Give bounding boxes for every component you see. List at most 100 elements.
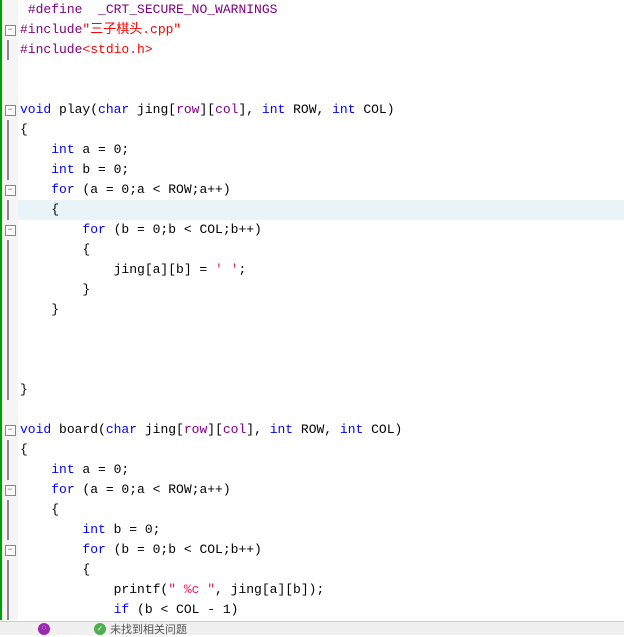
code-line[interactable]: if (b < COL - 1)	[0, 600, 624, 620]
code-line[interactable]: printf(" %c ", jing[a][b]);	[0, 580, 624, 600]
code-line[interactable]: − for (a = 0;a < ROW;a++)	[0, 180, 624, 200]
gutter	[0, 440, 18, 460]
code-line[interactable]	[0, 400, 624, 420]
code-content[interactable]	[18, 400, 624, 420]
code-content[interactable]: for (b = 0;b < COL;b++)	[18, 540, 624, 560]
code-content[interactable]	[18, 360, 624, 380]
code-line[interactable]: −void play(char jing[row][col], int ROW,…	[0, 100, 624, 120]
code-content[interactable]: if (b < COL - 1)	[18, 600, 624, 620]
code-content[interactable]: for (a = 0;a < ROW;a++)	[18, 180, 624, 200]
fold-minus-icon[interactable]: −	[5, 545, 16, 556]
fold-line-icon	[7, 440, 9, 460]
fold-line-icon	[7, 320, 9, 340]
code-line[interactable]: #define _CRT_SECURE_NO_WARNINGS	[0, 0, 624, 20]
status-icon-ok: ✓	[94, 623, 106, 635]
fold-minus-icon[interactable]: −	[5, 425, 16, 436]
gutter	[0, 240, 18, 260]
code-content[interactable]: void play(char jing[row][col], int ROW, …	[18, 100, 624, 120]
code-content[interactable]: {	[18, 120, 624, 140]
gutter	[0, 380, 18, 400]
code-content[interactable]: }	[18, 300, 624, 320]
code-content[interactable]: int a = 0;	[18, 140, 624, 160]
gutter: −	[0, 180, 18, 200]
code-content[interactable]: for (a = 0;a < ROW;a++)	[18, 480, 624, 500]
gutter	[0, 520, 18, 540]
code-line[interactable]: {	[0, 440, 624, 460]
code-content[interactable]	[18, 340, 624, 360]
gutter: −	[0, 480, 18, 500]
fold-minus-icon[interactable]: −	[5, 225, 16, 236]
code-line[interactable]: int a = 0;	[0, 460, 624, 480]
fold-minus-icon[interactable]: −	[5, 105, 16, 116]
fold-minus-icon[interactable]: −	[5, 185, 16, 196]
gutter	[0, 120, 18, 140]
code-content[interactable]: int b = 0;	[18, 520, 624, 540]
code-content[interactable]: jing[a][b] = ' ';	[18, 260, 624, 280]
code-content[interactable]: for (b = 0;b < COL;b++)	[18, 220, 624, 240]
code-content[interactable]: void board(char jing[row][col], int ROW,…	[18, 420, 624, 440]
code-line[interactable]: jing[a][b] = ' ';	[0, 260, 624, 280]
code-line[interactable]: {	[0, 560, 624, 580]
gutter	[0, 200, 18, 220]
gutter	[0, 360, 18, 380]
fold-line-icon	[7, 300, 9, 320]
code-line[interactable]: {	[0, 500, 624, 520]
gutter: −	[0, 420, 18, 440]
code-content[interactable]: int a = 0;	[18, 460, 624, 480]
code-line[interactable]: −#include"三子棋头.cpp"	[0, 20, 624, 40]
code-content[interactable]	[18, 60, 624, 80]
code-line[interactable]	[0, 60, 624, 80]
code-content[interactable]	[18, 320, 624, 340]
fold-minus-icon[interactable]: −	[5, 485, 16, 496]
gutter: −	[0, 220, 18, 240]
gutter	[0, 580, 18, 600]
gutter	[0, 400, 18, 420]
fold-line-icon	[7, 240, 9, 260]
fold-line-icon	[7, 500, 9, 520]
gutter	[0, 260, 18, 280]
code-content[interactable]: {	[18, 560, 624, 580]
code-content[interactable]: #define _CRT_SECURE_NO_WARNINGS	[18, 0, 624, 20]
code-line[interactable]: − for (b = 0;b < COL;b++)	[0, 540, 624, 560]
code-line[interactable]: − for (b = 0;b < COL;b++)	[0, 220, 624, 240]
code-line[interactable]: int b = 0;	[0, 520, 624, 540]
code-content[interactable]: {	[18, 500, 624, 520]
code-content[interactable]: }	[18, 280, 624, 300]
code-content[interactable]: printf(" %c ", jing[a][b]);	[18, 580, 624, 600]
gutter	[0, 40, 18, 60]
code-content[interactable]: #include"三子棋头.cpp"	[18, 20, 624, 40]
code-line[interactable]: − for (a = 0;a < ROW;a++)	[0, 480, 624, 500]
fold-line-icon	[7, 520, 9, 540]
code-content[interactable]: {	[18, 200, 624, 220]
code-line[interactable]: {	[0, 120, 624, 140]
fold-line-icon	[7, 260, 9, 280]
code-line[interactable]: {	[0, 200, 624, 220]
code-line[interactable]	[0, 80, 624, 100]
gutter	[0, 0, 18, 20]
code-line[interactable]: int b = 0;	[0, 160, 624, 180]
code-line[interactable]: −void board(char jing[row][col], int ROW…	[0, 420, 624, 440]
gutter	[0, 320, 18, 340]
gutter	[0, 560, 18, 580]
code-line[interactable]: }	[0, 280, 624, 300]
code-content[interactable]: int b = 0;	[18, 160, 624, 180]
code-content[interactable]: #include<stdio.h>	[18, 40, 624, 60]
code-content[interactable]: }	[18, 380, 624, 400]
code-content[interactable]: {	[18, 240, 624, 260]
code-line[interactable]	[0, 360, 624, 380]
code-line[interactable]	[0, 340, 624, 360]
gutter: −	[0, 100, 18, 120]
fold-minus-icon[interactable]: −	[5, 25, 16, 36]
code-line[interactable]: int a = 0;	[0, 140, 624, 160]
code-editor[interactable]: #define _CRT_SECURE_NO_WARNINGS−#include…	[0, 0, 624, 620]
code-line[interactable]	[0, 320, 624, 340]
code-line[interactable]: }	[0, 380, 624, 400]
code-line[interactable]: }	[0, 300, 624, 320]
code-content[interactable]: {	[18, 440, 624, 460]
code-line[interactable]: {	[0, 240, 624, 260]
fold-line-icon	[7, 200, 9, 220]
code-content[interactable]	[18, 80, 624, 100]
fold-line-icon	[7, 280, 9, 300]
code-line[interactable]: #include<stdio.h>	[0, 40, 624, 60]
gutter	[0, 80, 18, 100]
